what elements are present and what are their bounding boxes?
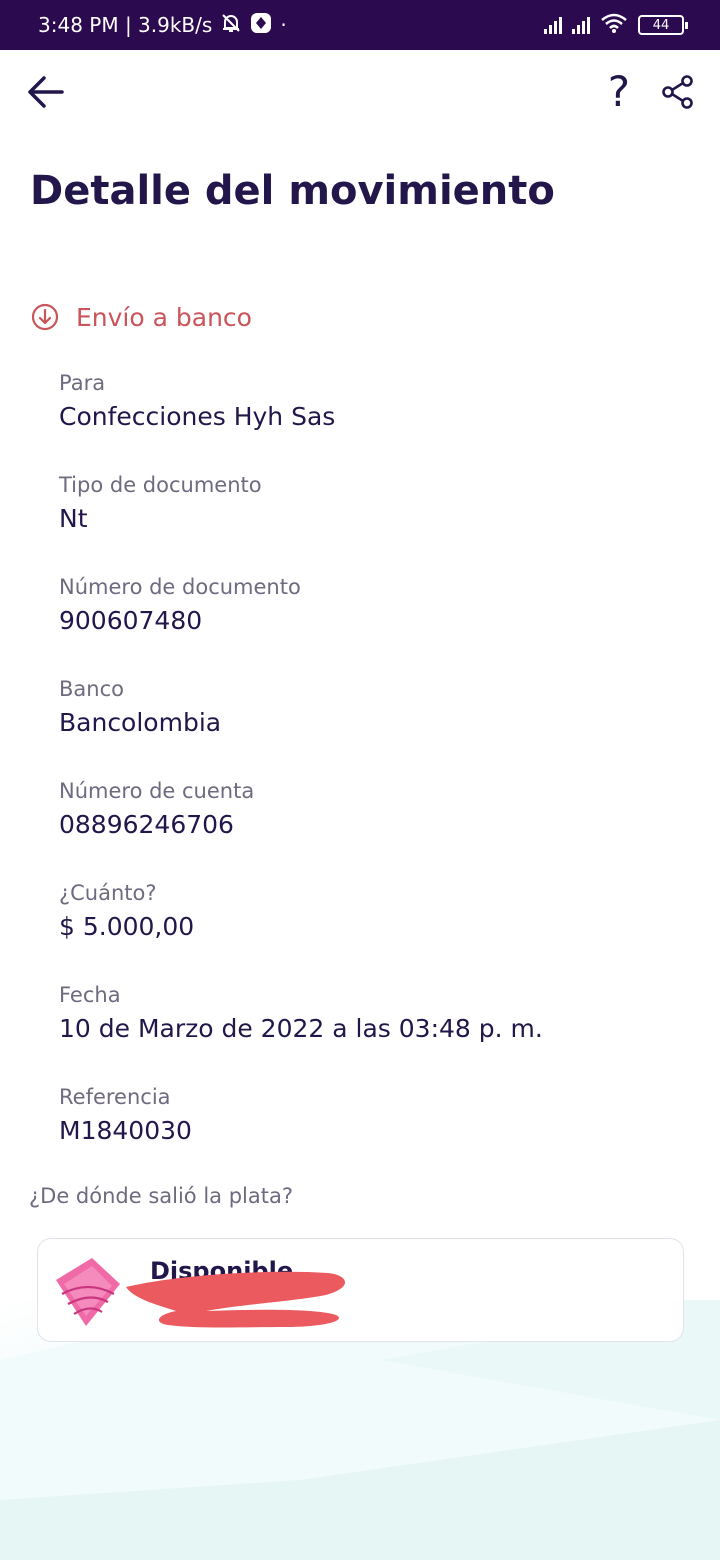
detail-label: Número de cuenta — [59, 779, 255, 803]
detail-date: Fecha 10 de Marzo de 2022 a las 03:48 p.… — [59, 980, 679, 1082]
signal-icon — [572, 16, 590, 34]
detail-label: Número de documento — [59, 575, 301, 599]
battery-level: 44 — [652, 17, 670, 33]
movement-details: Para Confecciones Hyh Sas Tipo de docume… — [59, 368, 679, 1184]
status-time-speed: 3:48 PM | 3.9kB/s — [38, 13, 213, 37]
wifi-icon — [600, 12, 628, 39]
detail-bank: Banco Bancolombia — [59, 674, 679, 776]
detail-value: $ 5.000,00 — [59, 912, 195, 941]
back-button[interactable] — [26, 74, 66, 110]
detail-value: Confecciones Hyh Sas — [59, 402, 336, 431]
detail-label: Banco — [59, 677, 124, 701]
detail-value: Nt — [59, 504, 88, 533]
redaction-mark — [126, 1271, 346, 1328]
dot-icon: · — [280, 13, 287, 37]
mute-notification-icon — [220, 12, 242, 39]
movement-type: Envío a banco — [30, 302, 252, 332]
detail-label: Tipo de documento — [59, 473, 262, 497]
help-icon: ? — [607, 67, 630, 116]
detail-value: 900607480 — [59, 606, 203, 635]
share-button[interactable] — [660, 74, 696, 110]
source-question: ¿De dónde salió la plata? — [29, 1184, 293, 1208]
help-button[interactable]: ? — [608, 71, 630, 113]
arrow-down-circle-icon — [31, 303, 59, 331]
status-bar: 3:48 PM | 3.9kB/s · 44 — [0, 0, 720, 50]
app-header: ? — [0, 50, 720, 134]
signal-icon — [544, 16, 562, 34]
detail-account-number: Número de cuenta 08896246706 — [59, 776, 679, 878]
detail-document-type: Tipo de documento Nt — [59, 470, 679, 572]
source-pocket-card[interactable]: Disponible — [37, 1238, 684, 1342]
battery-icon: 44 — [638, 15, 688, 35]
movement-type-label: Envío a banco — [76, 302, 252, 332]
detail-value: M1840030 — [59, 1116, 192, 1145]
page-title: Detalle del movimiento — [30, 168, 555, 214]
detail-document-number: Número de documento 900607480 — [59, 572, 679, 674]
detail-amount: ¿Cuánto? $ 5.000,00 — [59, 878, 679, 980]
share-icon — [662, 75, 693, 109]
detail-value: 08896246706 — [59, 810, 234, 839]
detail-label: ¿Cuánto? — [59, 881, 157, 905]
arrow-left-icon — [28, 76, 64, 108]
detail-label: Fecha — [59, 983, 121, 1007]
detail-recipient: Para Confecciones Hyh Sas — [59, 368, 679, 470]
pocket-icon — [56, 1258, 120, 1326]
detail-label: Para — [59, 371, 106, 395]
detail-value: 10 de Marzo de 2022 a las 03:48 p. m. — [59, 1014, 543, 1043]
detail-value: Bancolombia — [59, 708, 222, 737]
detail-label: Referencia — [59, 1085, 171, 1109]
app-notification-icon — [250, 12, 272, 39]
detail-reference: Referencia M1840030 — [59, 1082, 679, 1184]
